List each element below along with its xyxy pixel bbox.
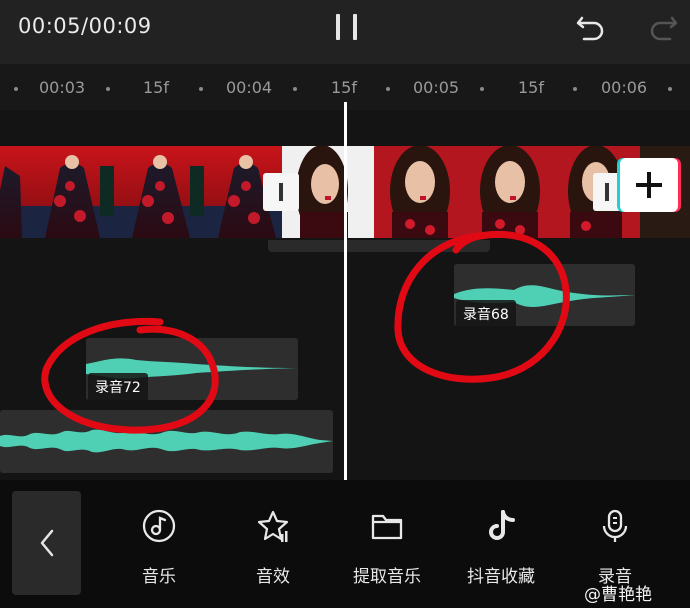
ruler-tick: 15f <box>143 78 169 97</box>
audio-clip-label: 录音68 <box>456 300 516 328</box>
waveform <box>0 429 333 453</box>
music-icon <box>142 509 176 543</box>
ruler-dot <box>293 87 297 91</box>
pause-icon[interactable] <box>332 12 362 42</box>
tiktok-icon <box>489 510 515 540</box>
clip-trim-handle[interactable] <box>593 173 621 211</box>
redo-icon[interactable] <box>646 10 680 44</box>
playhead[interactable] <box>344 102 347 480</box>
ruler-tick: 00:06 <box>601 78 648 97</box>
extract-folder-icon <box>371 514 403 540</box>
ruler-dot <box>668 87 672 91</box>
sound-effect-icon <box>257 510 289 542</box>
undo-icon[interactable] <box>574 10 608 44</box>
ruler-tick: 00:05 <box>413 78 460 97</box>
music-clip[interactable] <box>0 410 333 473</box>
transition-bar <box>268 240 490 252</box>
clip-trim-handle[interactable] <box>263 173 299 211</box>
watermark: @曹艳艳 <box>584 585 652 605</box>
ruler-dot <box>14 87 18 91</box>
ruler-dot <box>106 87 110 91</box>
ruler-dot <box>573 87 577 91</box>
ruler-tick: 15f <box>331 78 357 97</box>
ruler-tick: 00:04 <box>226 78 273 97</box>
ruler-tick: 15f <box>518 78 544 97</box>
add-clip-button[interactable] <box>620 158 678 212</box>
tool-label: 音乐 <box>142 567 176 587</box>
chevron-left-icon <box>40 529 54 557</box>
ruler-dot <box>386 87 390 91</box>
tool-label: 音效 <box>256 567 290 587</box>
ruler-dot <box>480 87 484 91</box>
tool-label: 提取音乐 <box>353 567 421 587</box>
top-bar: 00:05/00:09 <box>0 0 690 64</box>
microphone-icon <box>602 509 628 542</box>
audio-clip-label: 录音72 <box>88 373 148 401</box>
ruler-tick: 00:03 <box>39 78 86 97</box>
back-button[interactable] <box>12 491 81 595</box>
ruler-dot <box>199 87 203 91</box>
playback-time: 00:05/00:09 <box>18 14 152 38</box>
tool-label: 抖音收藏 <box>467 567 535 587</box>
